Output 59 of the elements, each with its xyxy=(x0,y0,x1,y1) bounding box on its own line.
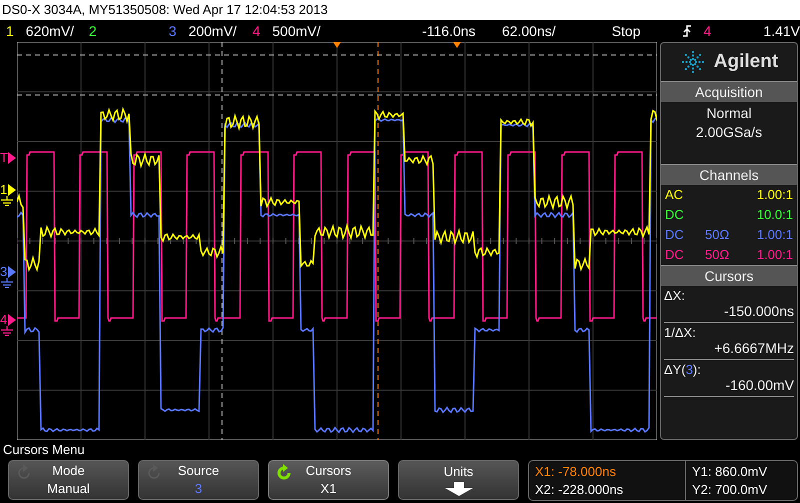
acquisition-mode: Normal xyxy=(705,105,753,121)
coupling: DC xyxy=(665,226,685,244)
channel-number[interactable]: 3 xyxy=(168,23,176,39)
softkey-button[interactable]: Cursors X1 xyxy=(268,460,389,500)
down-arrow-icon xyxy=(444,482,474,496)
coupling: AC xyxy=(665,186,684,204)
brand-name: Agilent xyxy=(714,51,778,73)
channel-number[interactable]: 1 xyxy=(6,23,14,39)
trigger-source: 4 xyxy=(704,23,712,39)
cursor-label: 1/ΔX: xyxy=(664,325,697,340)
coupling: DC xyxy=(665,206,685,224)
impedance: 50Ω xyxy=(705,246,730,264)
rising-edge-icon xyxy=(682,24,692,38)
impedance: 50Ω xyxy=(705,226,730,244)
channel-scale: 200mV/ xyxy=(188,23,237,39)
channel-marker: 3 xyxy=(0,264,8,279)
window-title: DS0-X 3034A, MY51350508: Wed Apr 17 12:04:53 2013 xyxy=(0,0,800,20)
pointer-icon xyxy=(8,266,16,278)
ground-icon xyxy=(0,278,14,288)
ground-icon xyxy=(0,196,14,206)
probe-ratio: 1.00:1 xyxy=(756,246,793,264)
section-header: Acquisition xyxy=(661,81,797,102)
probe-ratio: 1.00:1 xyxy=(756,186,793,204)
run-state: Stop xyxy=(612,23,642,39)
channel-scale: 620mV/ xyxy=(26,23,74,39)
cursor-value: -160.00mV xyxy=(724,377,794,393)
trigger-level-marker: T xyxy=(0,150,8,165)
delay-readout: -116.0ns xyxy=(422,23,477,39)
cursor-readout: Y2: 700.0mV xyxy=(692,482,768,497)
timebase-readout: 62.00ns/ xyxy=(502,23,557,39)
channel-number[interactable]: 4 xyxy=(252,23,260,39)
channel-scale: 500mV/ xyxy=(272,23,320,39)
channel-marker: 4 xyxy=(0,312,8,327)
cursor-value: +6.6667MHz xyxy=(713,340,794,356)
sample-rate: 2.00GSa/s xyxy=(694,124,764,140)
section-header: Cursors xyxy=(661,265,797,286)
cursor-label: ΔY(3): xyxy=(664,362,702,377)
pointer-icon xyxy=(8,184,16,196)
channel-marker: 1 xyxy=(0,182,8,197)
pointer-icon xyxy=(8,314,16,326)
cursor-readout: X2: -228.000ns xyxy=(535,482,624,497)
pointer-icon xyxy=(8,152,16,164)
coupling: DC xyxy=(665,246,685,264)
channel-number[interactable]: 2 xyxy=(88,23,97,39)
menu-title: Cursors Menu xyxy=(2,441,86,459)
cursor-value: -150.000ns xyxy=(722,303,794,319)
softkey-button[interactable]: Units xyxy=(398,460,519,500)
section-header: Channels xyxy=(661,164,797,185)
cursor-readout: Y1: 860.0mV xyxy=(692,464,768,479)
softkey-button[interactable]: Mode Manual xyxy=(8,460,129,500)
trigger-level: 1.41V xyxy=(763,23,800,39)
ground-icon xyxy=(0,326,14,336)
probe-ratio: 10.0:1 xyxy=(756,206,793,224)
probe-ratio: 1.00:1 xyxy=(756,226,793,244)
cursor-readout: X1: -78.000ns xyxy=(535,464,617,479)
rotate-icon xyxy=(275,464,293,482)
cursor-label: ΔX: xyxy=(664,288,686,303)
softkey-button[interactable]: Source 3 xyxy=(138,460,259,500)
spark-logo-icon xyxy=(680,51,706,73)
